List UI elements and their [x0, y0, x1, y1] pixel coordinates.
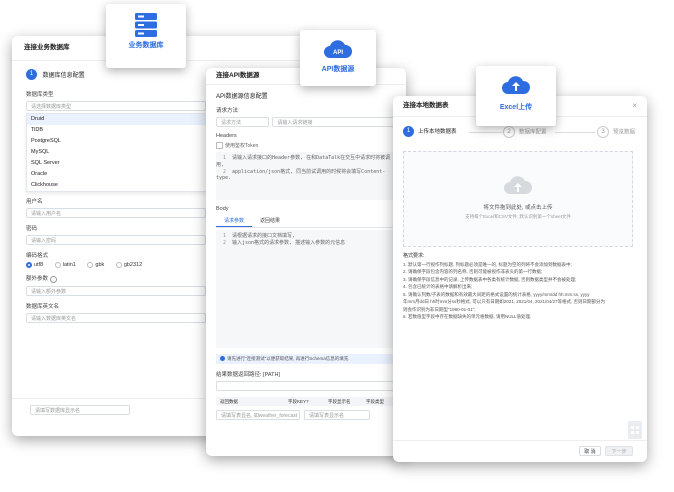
info-icon [49, 275, 57, 283]
format-requirements: 格式要求: 1. 默认第一行视作列标题, 列标题必须是唯一的, 标题为空的列将不… [403, 253, 637, 321]
upload-cloud-icon [504, 176, 533, 194]
format-line: 3. 请确保字段信息中的记录, 上传数据表中各类有统计数据, 否则数据类型并不会… [403, 276, 577, 282]
headers-label: Headers [216, 133, 237, 139]
tip-banner: 请先进行"连接测试"以便获取结果, 再进行Schema信息的填充. [216, 354, 396, 365]
db-option-clickhouse[interactable]: Clickhouse [27, 180, 207, 191]
encoding-gbk[interactable]: gbk [87, 262, 104, 268]
badge-caption: API数据源 [321, 66, 355, 73]
code-line: 2 输入json格式的请求参数, 描述输入参数的元信息 [222, 240, 346, 247]
path-input[interactable] [216, 381, 396, 392]
radio-icon [87, 262, 94, 268]
url-input[interactable]: 请输入请求链接 [272, 117, 396, 127]
extra-params-input[interactable]: 请输入额外参数 [26, 285, 206, 296]
local-table-dialog: 连接本地数据表 × 1 上传本地数据表 2 数据库配置 3 预览数据 将文件拖到此处,… [393, 96, 647, 462]
display-name-input[interactable]: 请填写数据库显示名 [30, 405, 130, 415]
business-db-badge: 业务数据库 [106, 4, 186, 68]
headers-editor[interactable]: 1 请输入请求接口的Header参数, 在和DataTalk在交互中请求时将被调用… [216, 152, 396, 201]
db-type-dropdown: Druid TiDB PostgreSQL MySQL SQL Server O… [26, 113, 208, 192]
dbname-input[interactable]: 请输入数据库英文名 [26, 312, 206, 323]
step-indicator: 1 [26, 69, 37, 80]
db-option-oracle[interactable]: Oracle [27, 169, 207, 180]
server-icon [135, 13, 157, 37]
api-source-badge: API API数据源 [300, 30, 376, 86]
tab-request[interactable]: 请求参数 [216, 215, 253, 228]
password-input[interactable]: 请输入密码 [26, 235, 206, 245]
excel-upload-badge: Excel上传 [476, 66, 556, 126]
radio-icon [54, 262, 61, 268]
upload-dropzone[interactable]: 将文件拖到此处, 或点击上传 支持每个Excel和CSV文件, 默认识别第一个s… [403, 151, 633, 247]
db-option-sqlserver[interactable]: SQL Server [27, 158, 207, 169]
badge-caption: 业务数据库 [128, 42, 164, 49]
cancel-button[interactable]: 取 消 [579, 446, 601, 456]
col-header: 字段类型 [366, 399, 384, 405]
next-button[interactable]: 下一步 [605, 446, 633, 456]
code-line: 1 请根据请求的接口文档填写, [222, 233, 296, 240]
step-1: 1 上传本地数据表 [403, 126, 457, 137]
format-line: 则会作识别为非日期型"1990-01-01"; [403, 306, 476, 312]
step-3: 3 预览数据 [597, 126, 635, 138]
format-line: 5. 请确认列数/子表的数据和有效最大间距的格式设置的统计表格, yyyy/mm… [403, 291, 590, 297]
api-cloud-icon: API [324, 40, 353, 58]
code-line: 2 application/json格式, 同当前试调用的时候将会填写Conten… [216, 169, 386, 182]
body-editor[interactable]: 1 请根据请求的接口文档填写, 2 输入json格式的请求参数, 描述输入参数的元信… [216, 230, 396, 349]
table-display-input[interactable]: 请填写表显示名 [304, 410, 370, 421]
api-source-dialog: 连接API数据源 API数据源信息配置 请求方法 请求方法 请输入请求链接 He… [206, 68, 406, 456]
table-name-input[interactable]: 请填写表显名, 如weather_forecast [216, 410, 300, 421]
user-input[interactable]: 请输入用户名 [26, 208, 206, 218]
step-connector [469, 132, 503, 133]
col-header: 字段显示名 [328, 399, 351, 405]
method-label: 请求方法 [216, 108, 239, 114]
step-label: 数据库信息配置 [42, 73, 85, 79]
format-title: 格式要求: [403, 253, 425, 259]
close-icon[interactable]: × [632, 96, 637, 116]
svg-text:API: API [333, 50, 343, 56]
format-line: 4. 包含已统计的表格中请解析出来; [403, 284, 473, 289]
step-num: 1 [403, 126, 414, 137]
info-icon [220, 356, 225, 362]
body-label: Body [216, 206, 229, 213]
db-type-select[interactable]: 请选择数据库类型 [26, 101, 206, 111]
step-connector [555, 132, 595, 133]
token-checkbox[interactable]: 使用鉴权Token [216, 142, 396, 150]
step-2: 2 数据库配置 [503, 126, 547, 138]
format-line: 2. 请确保字段包含内容的列名称, 否则可能被视作非表头的第一行数据; [403, 269, 543, 274]
db-option-druid[interactable]: Druid [27, 114, 207, 125]
section-title: API数据源信息配置 [216, 94, 268, 100]
path-label: 结果数据返回路径: [PATH] [216, 372, 280, 379]
db-option-postgresql[interactable]: PostgreSQL [27, 136, 207, 147]
checkbox-icon [216, 142, 223, 150]
code-line: 1 请输入请求接口的Header参数, 在和DataTalk在交互中请求时将被调用… [216, 155, 391, 169]
db-option-tidb[interactable]: TiDB [27, 125, 207, 136]
encoding-latin1[interactable]: latin1 [54, 262, 76, 268]
upload-cloud-icon [502, 76, 531, 94]
step-num: 3 [597, 126, 609, 138]
schema-table-header: 返回数据 字段KEY? 字段显示名 字段类型 [216, 397, 396, 407]
tab-result[interactable]: 返回结果 [252, 215, 288, 227]
badge-caption: Excel上传 [499, 104, 533, 111]
format-line: 1. 默认第一行视作列标题, 列标题必须是唯一的, 标题为空的列将不会添加到数据… [403, 261, 572, 267]
grid-icon [631, 426, 639, 434]
upload-hint: 支持每个Excel和CSV文件, 默认识别第一个sheet文件 [465, 214, 571, 219]
upload-text: 将文件拖到此处, 或点击上传 [483, 205, 553, 211]
radio-icon [115, 262, 122, 268]
col-header: 字段KEY? [288, 399, 309, 405]
format-line: 6. 若数值型字段中存在数据缺失的单元格数据, 请用NULL值处理. [403, 314, 532, 319]
format-line: 年mm月dd日 hh时mm分ss秒格式, 可以只有日期如2021, 2021/0… [403, 299, 606, 304]
method-select[interactable]: 请求方法 [216, 117, 270, 127]
encoding-utf8[interactable]: utf8 [26, 262, 43, 268]
col-header: 返回数据 [220, 399, 238, 405]
step-num: 2 [503, 126, 515, 138]
encoding-gb2312[interactable]: gb2312 [115, 262, 142, 268]
db-option-mysql[interactable]: MySQL [27, 147, 207, 158]
radio-selected-icon [26, 262, 32, 268]
side-tool-button[interactable] [628, 421, 642, 439]
